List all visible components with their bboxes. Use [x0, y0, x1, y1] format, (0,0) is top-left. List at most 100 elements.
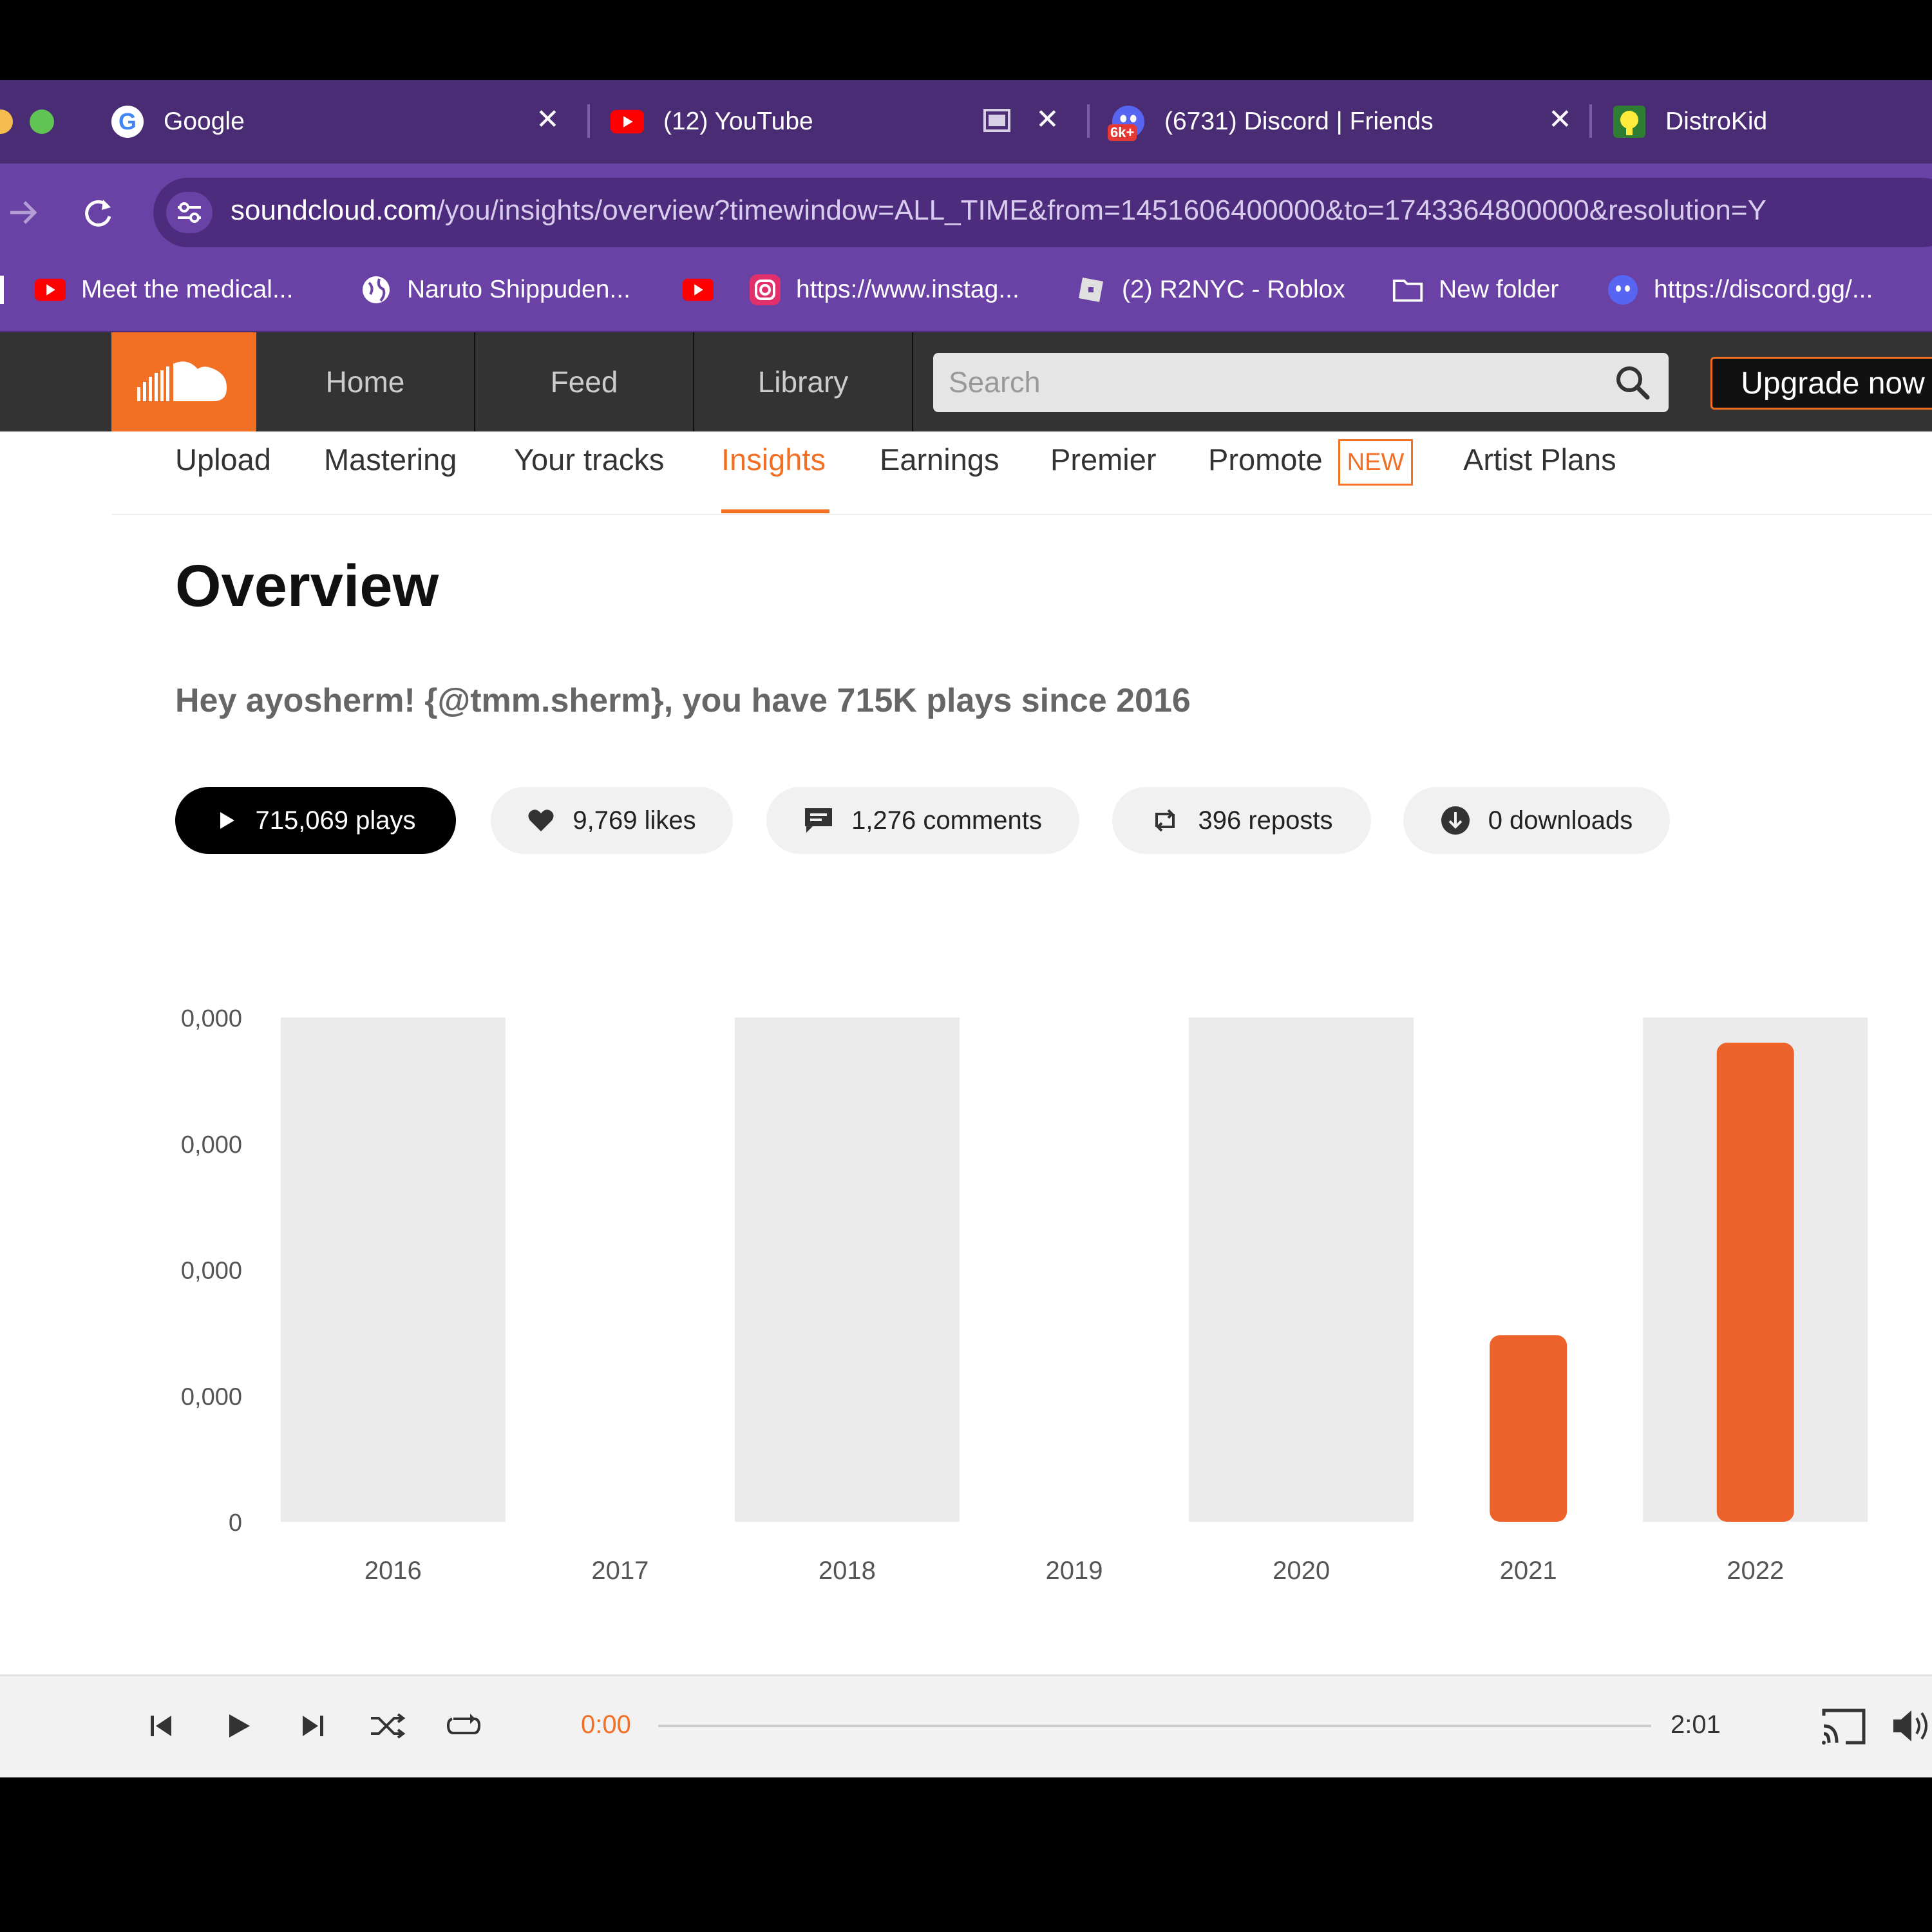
year-band [280, 1018, 506, 1522]
volume-button[interactable] [1891, 1708, 1932, 1747]
y-tick-label: 0,000 [181, 1258, 242, 1285]
next-track-button[interactable] [294, 1707, 332, 1745]
subnav-upload[interactable]: Upload [175, 442, 271, 477]
search-input[interactable] [949, 362, 1593, 403]
tab-title: (6731) Discord | Friends [1164, 108, 1434, 135]
bar-2021 [1490, 1335, 1567, 1522]
tab-distrokid[interactable]: DistroKid [1613, 95, 1928, 148]
tab-title: Google [164, 108, 245, 135]
subnav-mastering[interactable]: Mastering [324, 442, 457, 477]
x-tick-label: 2022 [1727, 1557, 1784, 1585]
close-tab-icon[interactable]: ✕ [1548, 103, 1572, 136]
upgrade-button[interactable]: Upgrade now [1710, 357, 1932, 410]
youtube-icon [683, 274, 714, 305]
bookmark-item[interactable] [683, 270, 729, 309]
discord-icon: 6k+ [1108, 105, 1145, 141]
instagram-icon [750, 274, 781, 305]
volume-icon [1893, 1710, 1927, 1741]
soundcloud-cloud-icon [137, 361, 227, 401]
y-tick-label: 0 [229, 1510, 242, 1537]
x-tick-label: 2019 [1046, 1557, 1103, 1585]
repost-icon [1155, 809, 1175, 832]
bookmark-item[interactable]: https://www.instag... [750, 270, 1019, 309]
likes-stat-button[interactable]: 9,769 likes [491, 787, 733, 854]
x-tick-label: 2020 [1273, 1557, 1330, 1585]
search-box[interactable] [933, 353, 1669, 412]
search-icon[interactable] [1615, 365, 1651, 401]
downloads-count: 0 downloads [1488, 806, 1633, 835]
bookmark-label: (2) R2NYC - Roblox [1122, 276, 1345, 303]
tab-title: (12) YouTube [663, 108, 813, 135]
active-tab-indicator [721, 509, 829, 513]
likes-count: 9,769 likes [573, 806, 696, 835]
x-tick-label: 2021 [1500, 1557, 1557, 1585]
url-path: /you/insights/overview?timewindow=ALL_TI… [437, 194, 1766, 226]
previous-track-button[interactable] [142, 1707, 180, 1745]
site-settings-icon[interactable] [166, 192, 213, 233]
bookmark-item[interactable]: https://discord.gg/... [1607, 270, 1873, 309]
downloads-stat-button[interactable]: 0 downloads [1403, 787, 1670, 854]
plays-stat-button[interactable]: 715,069 plays [175, 787, 456, 854]
picture-in-picture-icon[interactable] [983, 108, 1011, 140]
plays-count: 715,069 plays [255, 806, 416, 835]
bookmark-item[interactable]: Meet the medical... [35, 270, 293, 309]
tab-discord[interactable]: 6k+ (6731) Discord | Friends ✕ [1108, 95, 1572, 148]
soundcloud-logo[interactable] [111, 332, 256, 431]
globe-icon [361, 274, 392, 305]
youtube-icon [611, 105, 644, 138]
nav-feed[interactable]: Feed [475, 332, 694, 431]
reload-button[interactable] [80, 194, 116, 234]
maximize-window-button[interactable] [30, 109, 54, 134]
google-icon: G [111, 105, 144, 138]
play-icon [229, 1714, 250, 1738]
bookmark-item[interactable]: (2) R2NYC - Roblox [1075, 270, 1345, 309]
tab-youtube[interactable]: (12) YouTube ✕ [611, 95, 1068, 148]
reposts-stat-button[interactable]: 396 reposts [1112, 787, 1371, 854]
repeat-icon [446, 1714, 481, 1734]
cast-button[interactable] [1820, 1707, 1868, 1750]
bookmark-item[interactable]: New folder [1392, 270, 1558, 309]
play-icon [220, 812, 235, 829]
download-icon [1441, 806, 1470, 835]
nav-home[interactable]: Home [256, 332, 475, 431]
folder-icon [1392, 274, 1423, 305]
new-badge: NEW [1338, 439, 1413, 486]
notification-badge: 6k+ [1108, 124, 1137, 141]
skip-back-icon [151, 1716, 171, 1736]
roblox-icon [1075, 274, 1106, 305]
shuffle-button[interactable] [368, 1707, 407, 1745]
subnav-promote[interactable]: Promote [1208, 442, 1323, 477]
subnav-artist-plans[interactable]: Artist Plans [1463, 442, 1616, 477]
forward-button[interactable] [5, 194, 41, 234]
url-host: soundcloud.com [231, 194, 437, 226]
tab-google[interactable]: G Google ✕ [111, 95, 568, 148]
tab-separator [1589, 104, 1592, 138]
svg-text:G: G [118, 108, 137, 135]
play-button[interactable] [219, 1707, 258, 1745]
total-time: 2:01 [1671, 1710, 1721, 1739]
skip-forward-icon [303, 1716, 323, 1736]
tab-separator [1087, 104, 1090, 138]
bar-2022 [1716, 1043, 1794, 1522]
bookmark-item[interactable]: Naruto Shippuden... [361, 270, 630, 309]
comments-stat-button[interactable]: 1,276 comments [766, 787, 1079, 854]
y-tick-label: 0,000 [181, 1132, 242, 1159]
progress-bar[interactable] [658, 1725, 1651, 1727]
subnav-insights[interactable]: Insights [721, 442, 826, 477]
heart-icon [528, 810, 554, 831]
subnav-premier[interactable]: Premier [1050, 442, 1157, 477]
subnav-earnings[interactable]: Earnings [880, 442, 999, 477]
y-tick-label: 0,000 [181, 1383, 242, 1410]
subnav-your-tracks[interactable]: Your tracks [514, 442, 664, 477]
year-band [1189, 1018, 1414, 1522]
bookmark-label: https://discord.gg/... [1654, 276, 1873, 303]
discord-icon [1607, 274, 1638, 305]
url-text[interactable]: soundcloud.com/you/insights/overview?tim… [231, 194, 1766, 227]
close-tab-icon[interactable]: ✕ [1036, 103, 1059, 136]
repeat-button[interactable] [444, 1707, 483, 1745]
greeting-text: Hey ayosherm! {@tmm.sherm}, you have 715… [175, 682, 1191, 719]
close-tab-icon[interactable]: ✕ [536, 103, 560, 136]
year-band [734, 1018, 960, 1522]
tab-separator [587, 104, 590, 138]
nav-library[interactable]: Library [694, 332, 913, 431]
